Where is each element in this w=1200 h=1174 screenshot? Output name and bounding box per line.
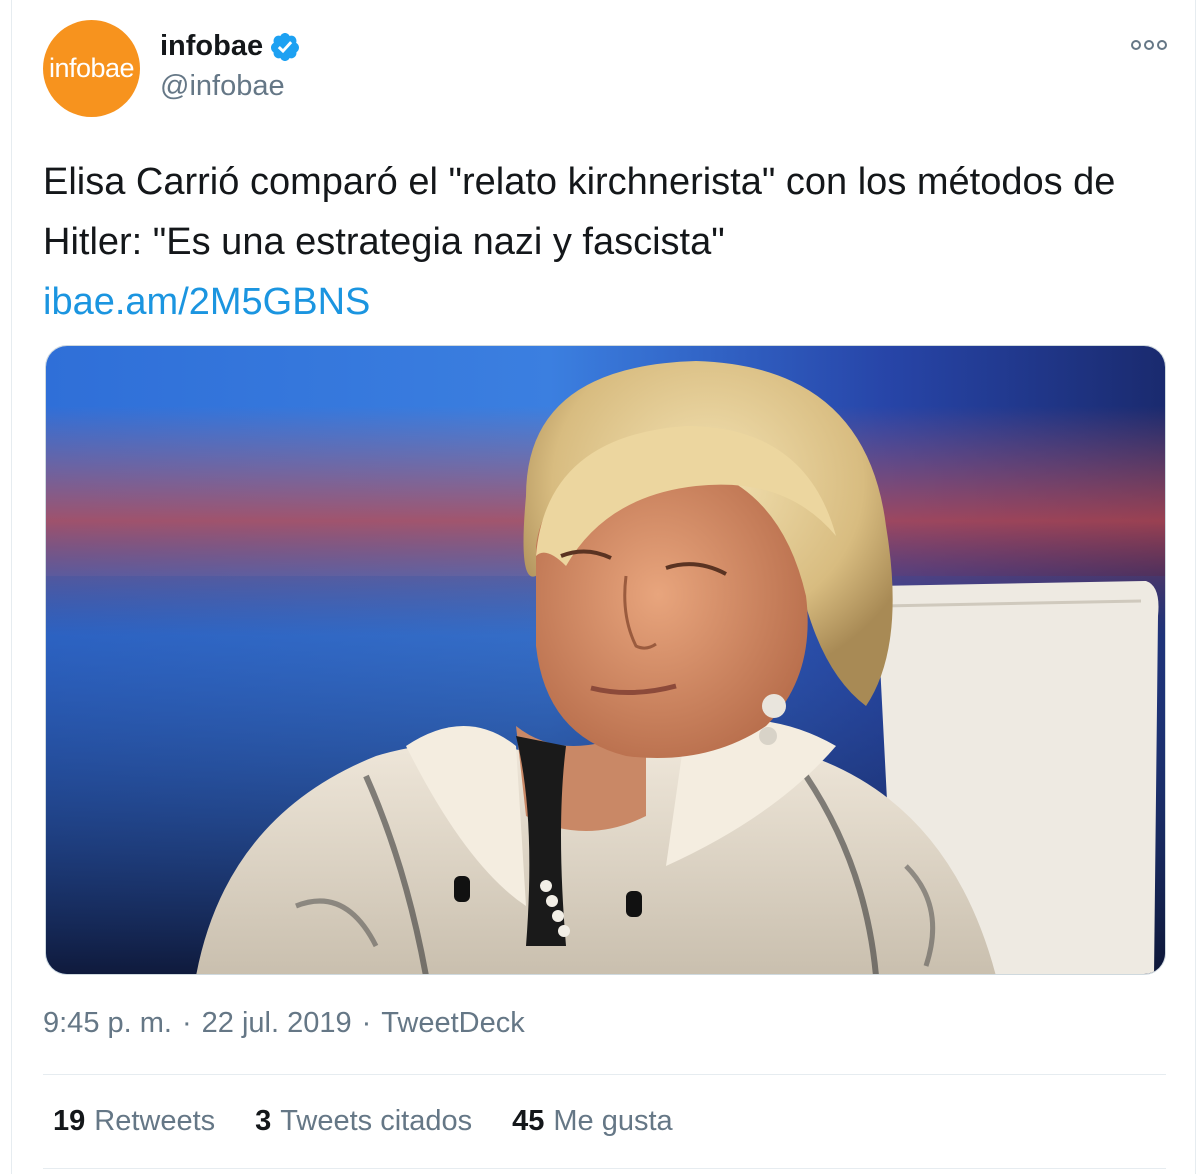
tweet-photo[interactable] — [45, 345, 1166, 975]
tweet-stats: 19 Retweets 3 Tweets citados 45 Me gusta — [53, 1105, 673, 1138]
divider — [43, 1074, 1166, 1075]
quote-tweets-label: Tweets citados — [280, 1105, 473, 1137]
author-name-row[interactable]: infobae — [160, 30, 301, 63]
tweet-body: Elisa Carrió comparó el "relato kirchner… — [43, 161, 1116, 263]
author-handle[interactable]: @infobae — [160, 70, 285, 103]
author-display-name[interactable]: infobae — [160, 30, 263, 63]
likes-label: Me gusta — [553, 1105, 673, 1137]
divider — [43, 1168, 1166, 1169]
verified-badge-icon — [271, 32, 300, 61]
tweet-date[interactable]: 22 jul. 2019 — [202, 1007, 352, 1040]
likes-count: 45 — [512, 1105, 545, 1137]
tweet-card: infobae infobae @infobae Elisa Carrió co… — [11, 0, 1196, 1174]
tweet-text: Elisa Carrió comparó el "relato kirchner… — [43, 152, 1153, 332]
retweets-label: Retweets — [94, 1105, 216, 1137]
likes-stat[interactable]: 45 Me gusta — [512, 1105, 673, 1138]
avatar-logo-text: infobae — [48, 53, 135, 83]
meta-separator: · — [361, 1007, 372, 1039]
photo-woman-blonde-hair — [46, 346, 1165, 974]
quote-tweets-count: 3 — [255, 1105, 272, 1137]
tweet-link[interactable]: ibae.am/2M5GBNS — [43, 272, 1153, 332]
retweets-count: 19 — [53, 1105, 86, 1137]
tweet-meta: 9:45 p. m. · 22 jul. 2019 · TweetDeck — [43, 1007, 525, 1040]
retweets-stat[interactable]: 19 Retweets — [53, 1105, 215, 1138]
more-options-icon[interactable] — [1130, 35, 1168, 55]
tweet-time[interactable]: 9:45 p. m. — [43, 1007, 172, 1040]
avatar[interactable]: infobae — [43, 20, 140, 117]
tweet-source[interactable]: TweetDeck — [381, 1007, 524, 1040]
quote-tweets-stat[interactable]: 3 Tweets citados — [255, 1105, 472, 1138]
meta-separator: · — [181, 1007, 192, 1039]
